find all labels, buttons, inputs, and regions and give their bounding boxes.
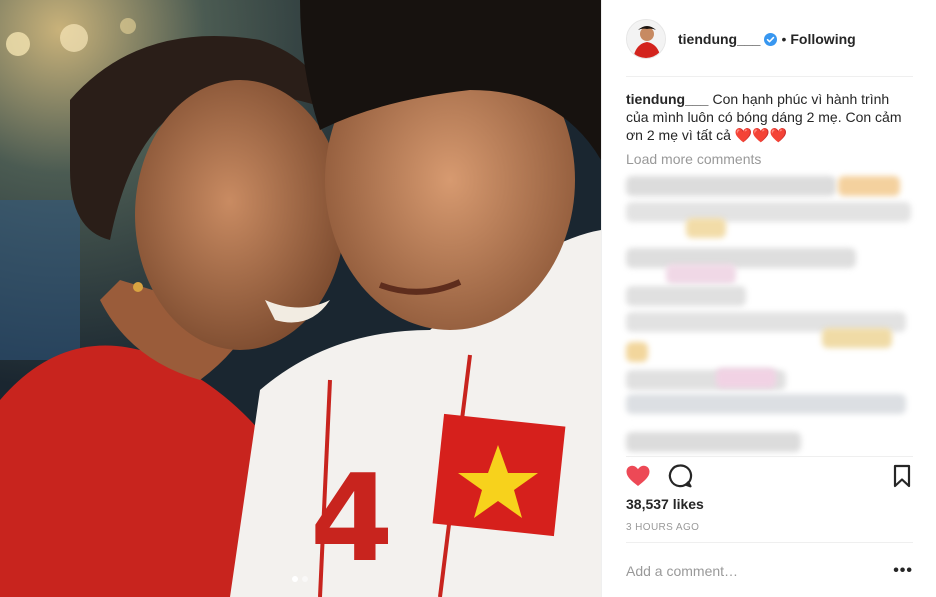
following-button[interactable]: Following <box>790 31 855 47</box>
blurred-comments <box>626 172 913 457</box>
blurred-comment <box>686 218 726 238</box>
post-header: tiendung___ • Following <box>626 16 913 62</box>
avatar-image <box>627 20 665 58</box>
comment-row: ••• <box>626 556 913 586</box>
post-actions <box>626 462 913 490</box>
blurred-comment <box>822 328 892 348</box>
carousel-dot <box>302 576 308 582</box>
blurred-comment <box>626 176 836 196</box>
add-comment-input[interactable] <box>626 563 866 579</box>
bookmark-icon[interactable] <box>888 462 916 490</box>
blurred-comment <box>838 176 900 196</box>
post-timestamp[interactable]: 3 HOURS AGO <box>626 522 699 533</box>
header-separator: • <box>781 31 787 47</box>
header-username[interactable]: tiendung___ <box>678 31 760 47</box>
photo-illustration: 4 <box>0 0 601 597</box>
post-side-panel: tiendung___ • Following tiendung___ Con h… <box>601 0 936 597</box>
post-photo[interactable]: 4 <box>0 0 601 597</box>
carousel-dot-active <box>292 576 298 582</box>
blurred-comment <box>626 394 906 414</box>
carousel-indicator <box>292 576 308 582</box>
blurred-comment <box>626 432 801 452</box>
blurred-comment <box>626 342 648 362</box>
heart-filled-icon[interactable] <box>624 462 652 490</box>
like-count[interactable]: 38,537 likes <box>626 496 704 512</box>
blurred-comment <box>626 286 746 306</box>
post-caption: tiendung___ Con hạnh phúc vì hành trình c… <box>626 90 906 144</box>
blurred-comment <box>666 264 736 284</box>
avatar[interactable] <box>626 19 666 59</box>
verified-badge-icon <box>764 32 778 46</box>
blurred-comment <box>626 248 856 268</box>
blurred-comment <box>626 202 911 222</box>
comment-icon[interactable] <box>666 462 694 490</box>
actions-divider <box>626 456 913 457</box>
comment-divider <box>626 542 913 543</box>
blurred-comment <box>716 368 776 388</box>
header-divider <box>626 76 913 77</box>
more-options-button[interactable]: ••• <box>893 562 913 580</box>
load-more-comments-link[interactable]: Load more comments <box>626 151 761 167</box>
svg-text:4: 4 <box>310 450 394 589</box>
caption-username[interactable]: tiendung___ <box>626 91 708 107</box>
